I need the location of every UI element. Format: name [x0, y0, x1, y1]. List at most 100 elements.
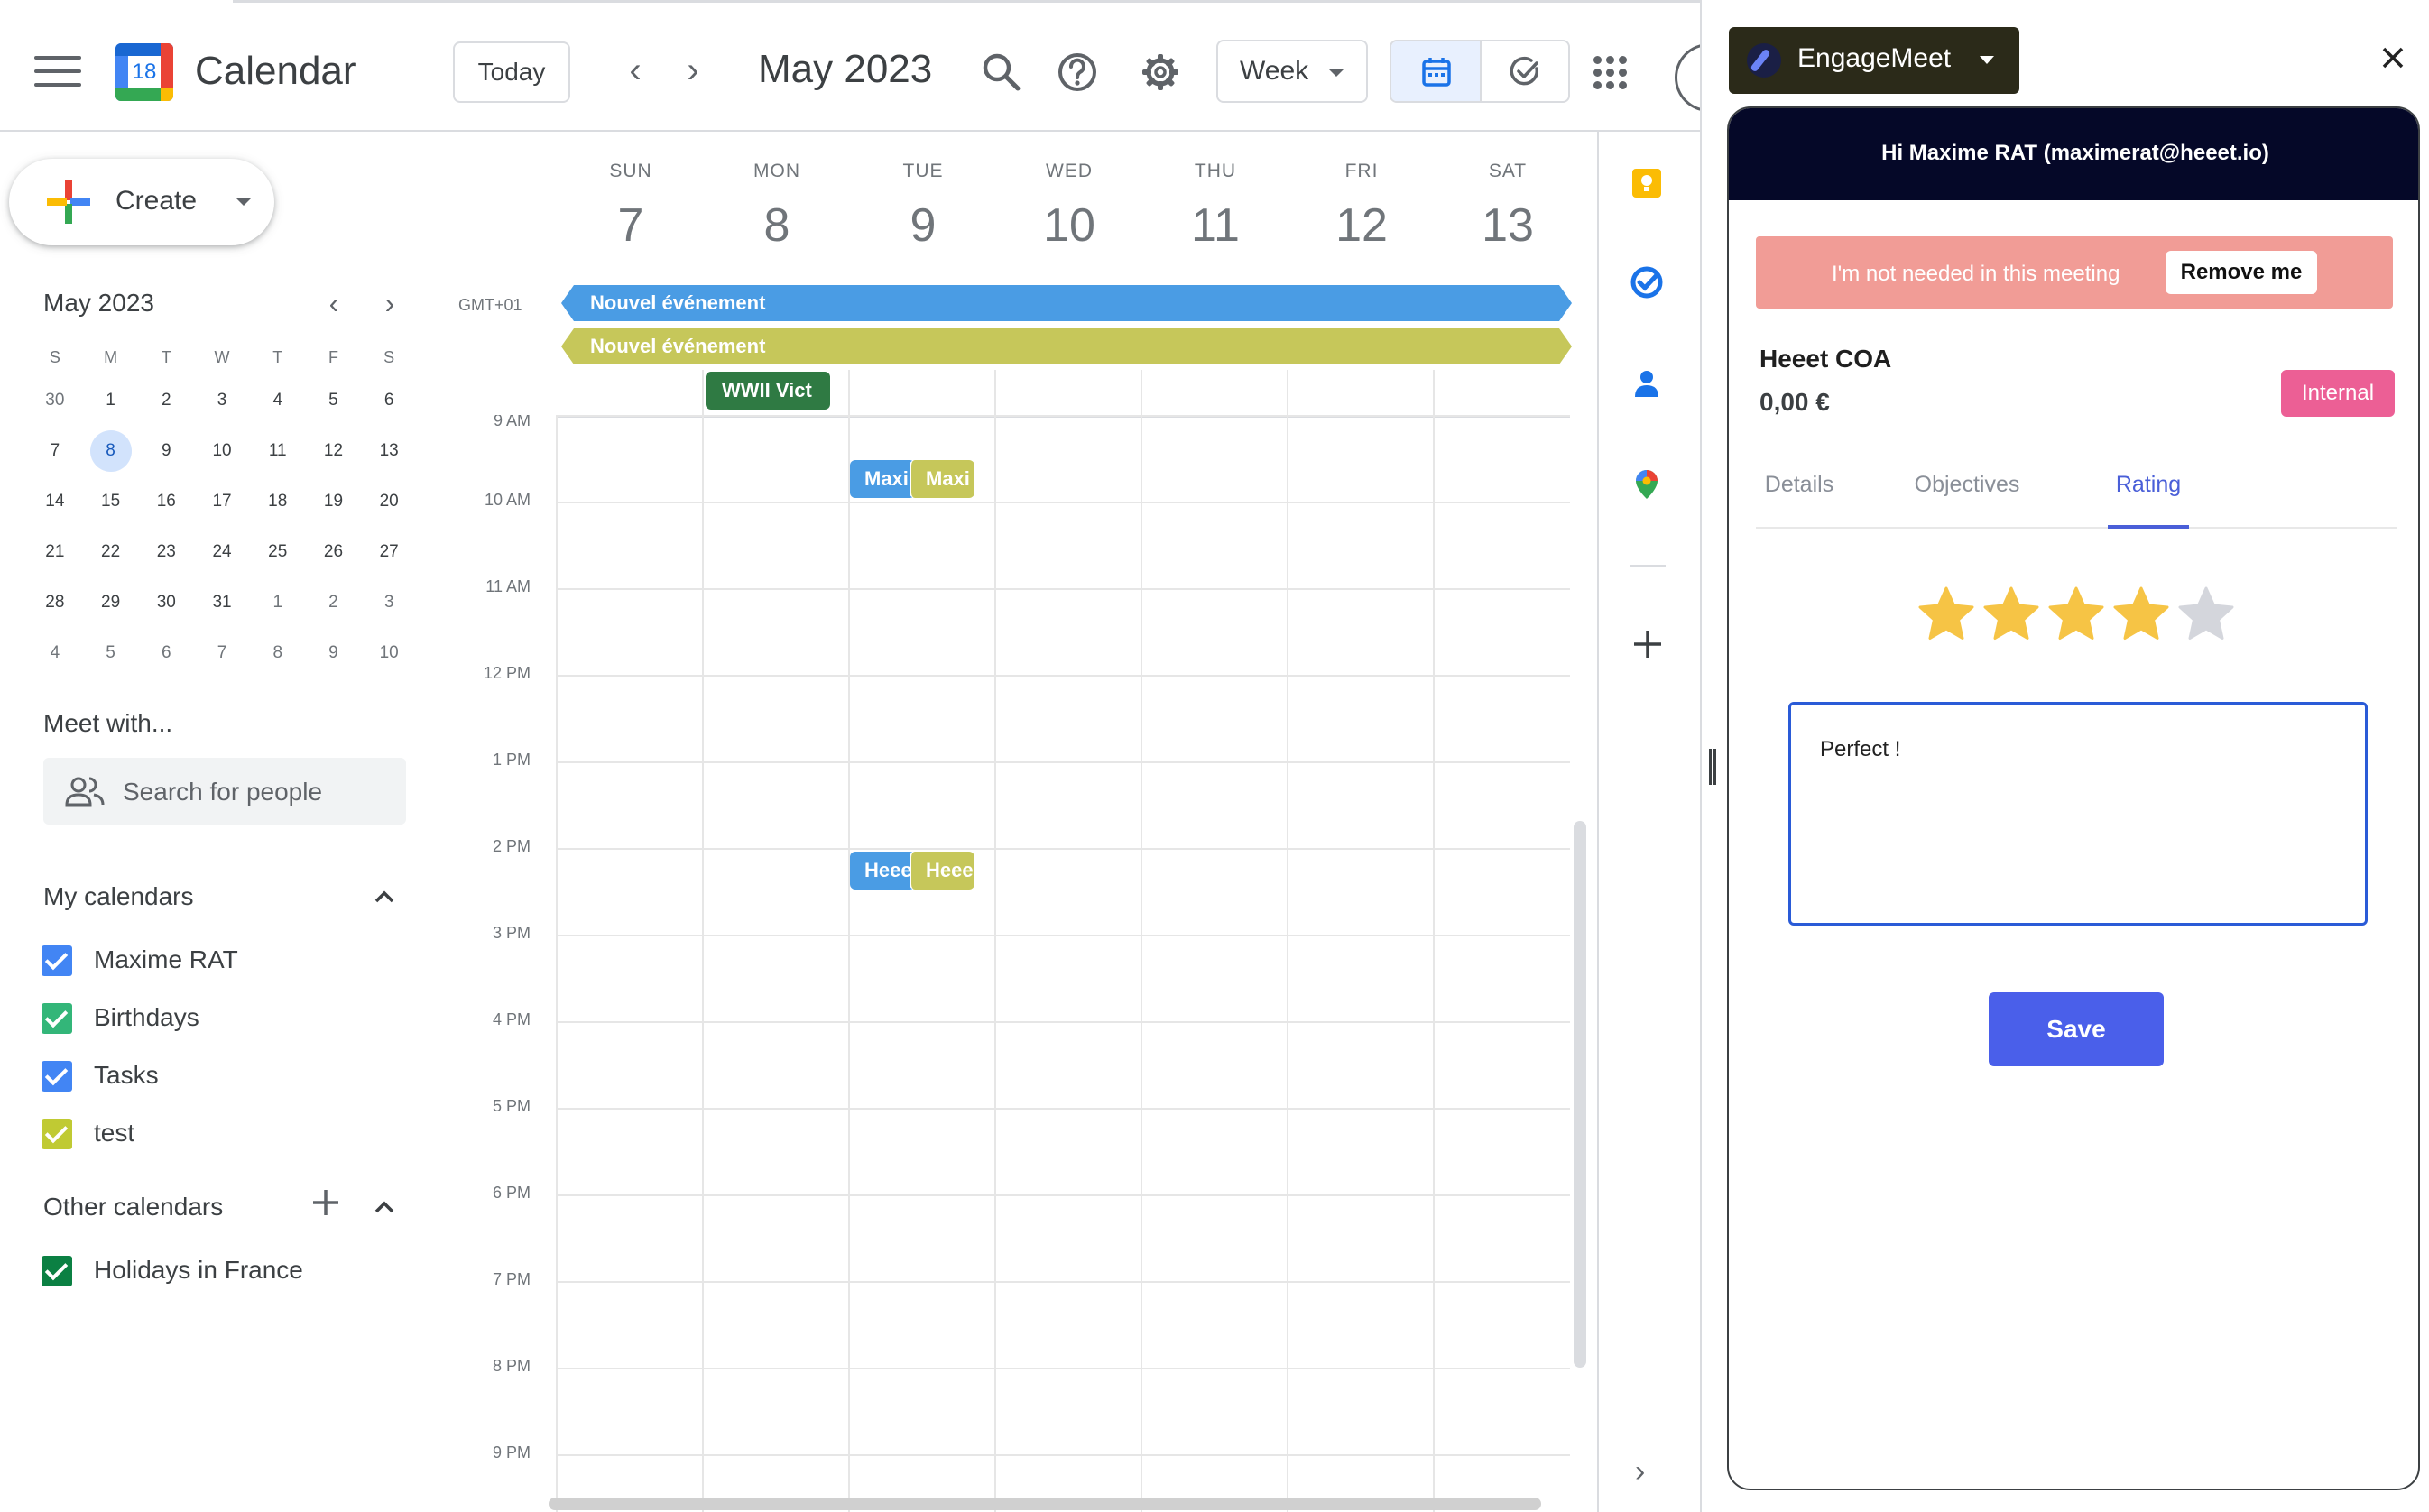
- mini-day[interactable]: 3: [194, 375, 250, 426]
- account-avatar-icon[interactable]: [1675, 43, 1700, 112]
- mini-day[interactable]: 9: [306, 628, 362, 678]
- star-icon-filled[interactable]: [1981, 585, 2041, 644]
- collapse-my-calendars-chevron-up-icon[interactable]: [374, 886, 395, 908]
- calendar-checkbox[interactable]: [42, 1256, 72, 1286]
- day-header-sun[interactable]: SUN 7: [558, 161, 704, 253]
- all-day-event[interactable]: WWII Vict: [706, 372, 830, 410]
- mini-next-chevron-icon[interactable]: ›: [374, 287, 406, 320]
- day-header-tue[interactable]: TUE 9: [850, 161, 996, 253]
- search-icon[interactable]: [974, 45, 1029, 99]
- mini-day[interactable]: 7: [27, 426, 83, 476]
- mini-day[interactable]: 6: [138, 628, 194, 678]
- mini-day[interactable]: 30: [27, 375, 83, 426]
- resize-handle[interactable]: [1709, 749, 1716, 785]
- mini-prev-chevron-icon[interactable]: ‹: [318, 287, 350, 320]
- next-week-chevron-icon[interactable]: ›: [673, 52, 713, 92]
- mini-day[interactable]: 29: [83, 577, 139, 628]
- previous-week-chevron-icon[interactable]: ‹: [615, 52, 655, 92]
- mini-day[interactable]: 6: [361, 375, 417, 426]
- mini-day[interactable]: 10: [361, 628, 417, 678]
- calendar-event[interactable]: Maxi: [850, 460, 915, 498]
- mini-day[interactable]: 16: [138, 476, 194, 527]
- calendar-checkbox[interactable]: [42, 1003, 72, 1034]
- settings-gear-icon[interactable]: [1133, 45, 1187, 99]
- maps-icon[interactable]: [1630, 467, 1664, 502]
- calendar-event[interactable]: Heee: [910, 852, 974, 890]
- rating-comment-textarea[interactable]: Perfect !: [1788, 702, 2368, 926]
- mini-day[interactable]: 27: [361, 527, 417, 577]
- star-icon-empty[interactable]: [2176, 585, 2236, 644]
- tasks-app-icon[interactable]: [1630, 265, 1664, 300]
- star-icon-filled[interactable]: [1916, 585, 1976, 644]
- mini-day[interactable]: 1: [250, 577, 306, 628]
- mini-day[interactable]: 4: [250, 375, 306, 426]
- tab-details[interactable]: Details: [1756, 458, 1843, 529]
- mini-day[interactable]: 7: [194, 628, 250, 678]
- expand-rail-chevron-icon[interactable]: ›: [1635, 1454, 1645, 1489]
- mini-day[interactable]: 11: [250, 426, 306, 476]
- engagemeet-brand-dropdown[interactable]: EngageMeet: [1729, 27, 2019, 94]
- all-day-event[interactable]: Nouvel événement: [561, 328, 1572, 364]
- add-other-calendar-plus-icon[interactable]: [310, 1187, 341, 1218]
- calendar-event[interactable]: Maxi: [910, 460, 974, 498]
- mini-day[interactable]: 5: [306, 375, 362, 426]
- mini-day[interactable]: 1: [83, 375, 139, 426]
- mini-day[interactable]: 21: [27, 527, 83, 577]
- mini-day[interactable]: 24: [194, 527, 250, 577]
- create-button[interactable]: Create: [9, 159, 274, 245]
- mini-day[interactable]: 23: [138, 527, 194, 577]
- today-button[interactable]: Today: [453, 41, 570, 103]
- contacts-icon[interactable]: [1630, 366, 1664, 401]
- mini-day[interactable]: 22: [83, 527, 139, 577]
- calendar-event[interactable]: Heee: [850, 852, 915, 890]
- save-button[interactable]: Save: [1989, 992, 2164, 1066]
- star-icon-filled[interactable]: [2111, 585, 2171, 644]
- all-day-event[interactable]: Nouvel événement: [561, 285, 1572, 321]
- close-icon[interactable]: [2378, 43, 2407, 72]
- calendar-checkbox[interactable]: [42, 945, 72, 976]
- day-header-wed[interactable]: WED 10: [996, 161, 1142, 253]
- mini-day[interactable]: 20: [361, 476, 417, 527]
- time-grid[interactable]: 9 AM 10 AM 11 AM 12 PM 1 PM 2 PM 3 PM 4 …: [451, 415, 1588, 1512]
- collapse-other-calendars-chevron-up-icon[interactable]: [374, 1196, 395, 1218]
- mini-day[interactable]: 9: [138, 426, 194, 476]
- google-apps-grid-icon[interactable]: [1590, 52, 1631, 94]
- mini-day[interactable]: 15: [83, 476, 139, 527]
- mini-day[interactable]: 25: [250, 527, 306, 577]
- mini-day[interactable]: 4: [27, 628, 83, 678]
- my-calendars-title[interactable]: My calendars: [43, 882, 194, 911]
- remove-me-button[interactable]: Remove me: [2166, 251, 2317, 294]
- other-calendars-title[interactable]: Other calendars: [43, 1193, 223, 1222]
- mini-day[interactable]: 2: [306, 577, 362, 628]
- mini-day[interactable]: 5: [83, 628, 139, 678]
- tab-rating[interactable]: Rating: [2108, 458, 2189, 529]
- day-header-sat[interactable]: SAT 13: [1435, 161, 1581, 253]
- mini-day[interactable]: 2: [138, 375, 194, 426]
- mini-day[interactable]: 19: [306, 476, 362, 527]
- mini-day[interactable]: 13: [361, 426, 417, 476]
- star-icon-filled[interactable]: [2046, 585, 2106, 644]
- mini-day[interactable]: 14: [27, 476, 83, 527]
- day-header-mon[interactable]: MON 8: [704, 161, 850, 253]
- mini-day[interactable]: 3: [361, 577, 417, 628]
- mini-day[interactable]: 26: [306, 527, 362, 577]
- mini-day[interactable]: 28: [27, 577, 83, 628]
- help-icon[interactable]: [1050, 45, 1104, 99]
- mini-day[interactable]: 17: [194, 476, 250, 527]
- day-header-thu[interactable]: THU 11: [1142, 161, 1288, 253]
- view-select[interactable]: Week: [1216, 40, 1368, 103]
- mini-day[interactable]: 8: [250, 628, 306, 678]
- mini-day[interactable]: 12: [306, 426, 362, 476]
- calendar-checkbox[interactable]: [42, 1119, 72, 1149]
- day-header-fri[interactable]: FRI 12: [1288, 161, 1435, 253]
- calendar-view-toggle[interactable]: [1391, 41, 1482, 101]
- tasks-view-toggle[interactable]: [1482, 41, 1568, 101]
- mini-day[interactable]: 31: [194, 577, 250, 628]
- calendar-checkbox[interactable]: [42, 1061, 72, 1092]
- main-menu-icon[interactable]: [34, 56, 81, 90]
- mini-day[interactable]: 18: [250, 476, 306, 527]
- keep-notes-icon[interactable]: [1630, 166, 1664, 200]
- mini-day[interactable]: 10: [194, 426, 250, 476]
- horizontal-scrollbar[interactable]: [549, 1498, 1541, 1510]
- tab-objectives[interactable]: Objectives: [1891, 458, 2043, 529]
